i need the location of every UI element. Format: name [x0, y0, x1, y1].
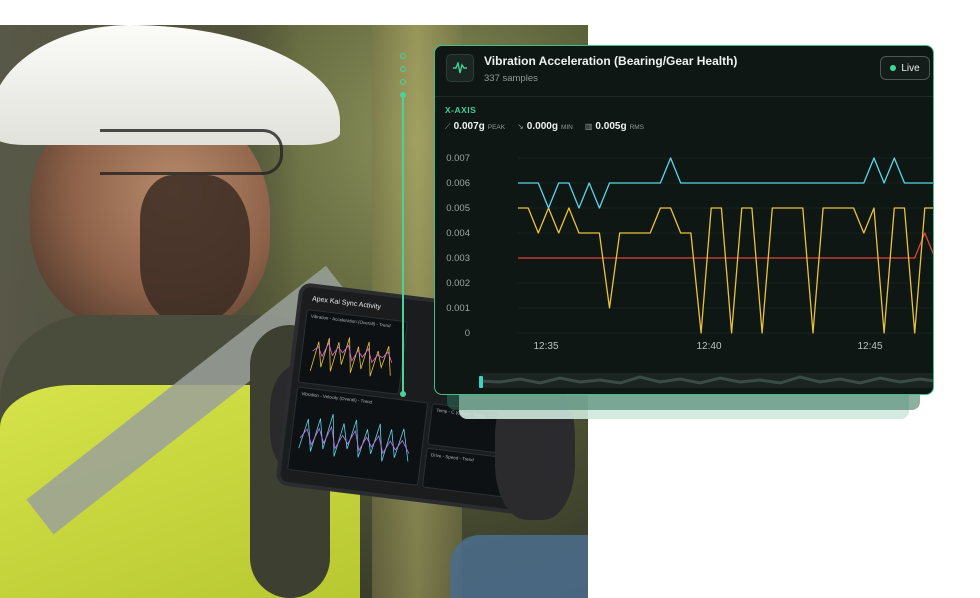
- connector-dot-end: [400, 391, 406, 397]
- y-tick-label: 0.002: [446, 278, 470, 289]
- connector-dot-1: [400, 53, 406, 59]
- tablet-chart-2: [298, 413, 410, 462]
- stat-rms: ▥ 0.005g RMS: [584, 121, 645, 132]
- sample-count: 337 samples: [484, 73, 538, 84]
- connector-line: [402, 96, 404, 396]
- x-tick-label: 12:35: [533, 341, 558, 352]
- vibration-chart: 0.007 0.006 0.005 0.004 0.003 0.002 0.001 0 12:3…: [446, 153, 933, 352]
- stat-peak: ⟋ 0.007g PEAK: [445, 121, 506, 132]
- panel-title: Vibration Acceleration (Bearing/Gear Hea…: [484, 54, 738, 68]
- x-tick-label: 12:40: [696, 341, 721, 352]
- series-line-2: [518, 232, 933, 259]
- scrubber-sparkline: [479, 375, 933, 385]
- tablet-panel-1: Vibration - Acceleration (Overall) - Tre…: [297, 309, 408, 395]
- connector-dot-2: [400, 66, 406, 72]
- y-tick-label: 0.003: [446, 253, 470, 264]
- vibration-panel: Vibration Acceleration (Bearing/Gear Hea…: [434, 45, 934, 395]
- live-indicator-icon: [890, 65, 897, 71]
- time-range-scrubber[interactable]: [479, 373, 933, 388]
- worker-beard: [140, 175, 250, 325]
- y-tick-label: 0.004: [446, 228, 470, 239]
- stat-min: ↘ 0.000g MIN: [517, 121, 573, 132]
- stats-row: ⟋ 0.007g PEAK ↘ 0.000g MIN ▥ 0.005g RMS: [445, 121, 644, 132]
- x-tick-label: 12:45: [857, 341, 882, 352]
- y-tick-label: 0.005: [446, 203, 470, 214]
- safety-glasses: [100, 129, 283, 175]
- y-tick-label: 0.006: [446, 178, 470, 189]
- header-divider: [435, 96, 933, 97]
- axis-title: X-AXIS: [445, 105, 477, 115]
- waveform-icon: [446, 54, 474, 82]
- scrubber-handle[interactable]: [479, 376, 483, 388]
- live-label: Live: [901, 62, 920, 74]
- y-tick-label: 0.007: [446, 153, 470, 164]
- bar-chart-icon: ▥: [584, 122, 593, 131]
- min-trend-icon: ↘: [517, 122, 524, 131]
- connector-dot-3: [400, 79, 406, 85]
- trend-icon: ⟋: [445, 122, 451, 131]
- tablet-chart-1: [309, 337, 393, 377]
- pipe-valve: [450, 535, 588, 598]
- series-line-1: [518, 207, 933, 334]
- live-button[interactable]: Live: [880, 56, 930, 80]
- y-tick-label: 0: [465, 328, 470, 339]
- y-tick-label: 0.001: [446, 303, 470, 314]
- tablet-title: Apex Kai Sync Activity: [311, 295, 382, 312]
- tablet-panel-2: Vibration - Velocity (Overall) - Trend: [287, 386, 429, 486]
